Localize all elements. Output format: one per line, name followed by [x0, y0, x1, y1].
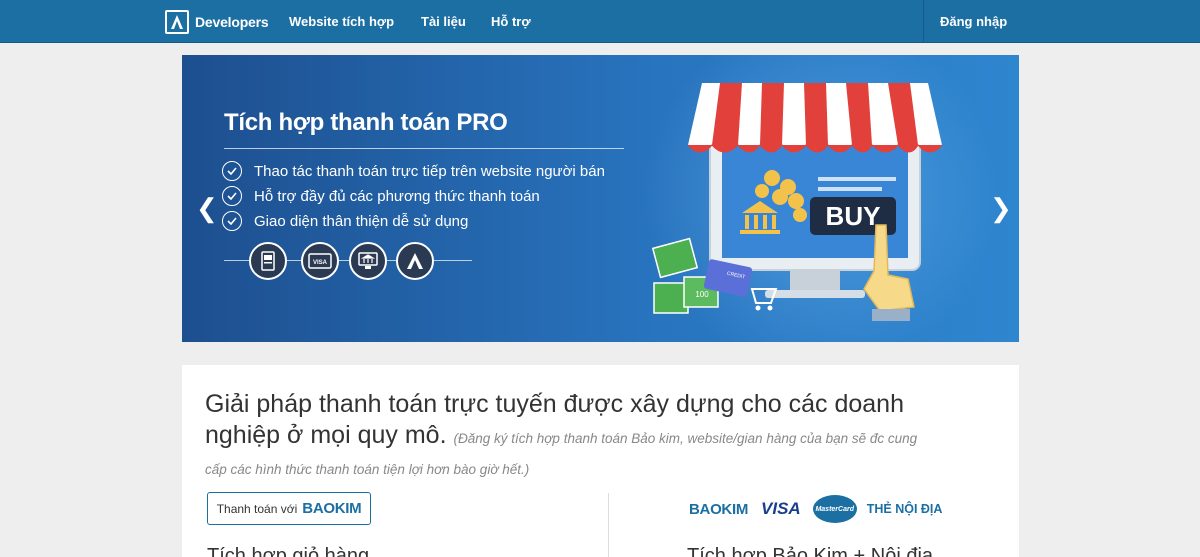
check-circle-icon: [222, 211, 242, 231]
visa-logo: VISA: [761, 499, 801, 518]
nav-link-support[interactable]: Hỗ trợ: [491, 14, 531, 29]
baokim-logo: BAOKIM: [689, 500, 749, 518]
nav-link-docs[interactable]: Tài liệu: [421, 14, 466, 29]
logo-icon: [165, 10, 189, 34]
feature-text: Giao diện thân thiện dễ sử dụng: [254, 212, 469, 230]
section-heading-cart: Tích hợp giỏ hàng: [207, 545, 370, 557]
banner-title: Tích hợp thanh toán PRO: [224, 109, 508, 136]
visa-card-icon: VISA: [301, 242, 339, 280]
online-banking-icon: [349, 242, 387, 280]
section-heading-domestic: Tích hợp Bảo Kim + Nội địa: [687, 545, 934, 557]
buy-label: BUY: [826, 201, 881, 231]
banner-divider: [224, 148, 624, 149]
feature-item: Hỗ trợ đầy đủ các phương thức thanh toán: [222, 186, 540, 206]
atm-icon: [249, 242, 287, 280]
pay-with-baokim-button[interactable]: Thanh toán với BAOKIM: [207, 492, 371, 525]
top-navbar: Developers Website tích hợp Tài liệu Hỗ …: [0, 0, 1200, 43]
visa-icon-text: VISA: [313, 260, 328, 266]
feature-text: Hỗ trợ đầy đủ các phương thức thanh toán: [254, 187, 540, 205]
pay-button-prefix: Thanh toán với: [216, 501, 298, 516]
carousel-prev-icon[interactable]: ❮: [196, 195, 218, 221]
carousel-next-icon[interactable]: ❯: [990, 195, 1012, 221]
login-area: Đăng nhập: [923, 0, 1200, 43]
payment-logos: BAOKIM VISA MasterCard THẺ NỘI ĐỊA: [689, 495, 942, 523]
mastercard-logo: MasterCard: [812, 495, 857, 523]
cash-value: 100: [695, 290, 709, 299]
brand-link[interactable]: Developers: [165, 9, 269, 35]
baokim-logo-icon: [396, 242, 434, 280]
brand-name: Developers: [195, 14, 269, 30]
feature-text: Thao tác thanh toán trực tiếp trên websi…: [254, 162, 605, 180]
check-circle-icon: [222, 186, 242, 206]
nav-link-website[interactable]: Website tích hợp: [289, 14, 394, 29]
hero-carousel: ❮ ❯ Tích hợp thanh toán PRO Thao tác tha…: [182, 55, 1019, 342]
storefront-illustration: BUY 100 CREDIT: [651, 83, 943, 321]
feature-item: Giao diện thân thiện dễ sử dụng: [222, 211, 468, 231]
intro-headline: Giải pháp thanh toán trực tuyến được xây…: [205, 389, 925, 482]
domestic-card-logo: THẺ NỘI ĐỊA: [866, 502, 943, 516]
check-circle-icon: [222, 161, 242, 181]
login-link[interactable]: Đăng nhập: [940, 14, 1007, 29]
pay-button-brand: BAOKIM: [302, 500, 362, 517]
column-divider: [608, 493, 609, 557]
feature-item: Thao tác thanh toán trực tiếp trên websi…: [222, 161, 605, 181]
intro-card: Giải pháp thanh toán trực tuyến được xây…: [182, 365, 1019, 557]
